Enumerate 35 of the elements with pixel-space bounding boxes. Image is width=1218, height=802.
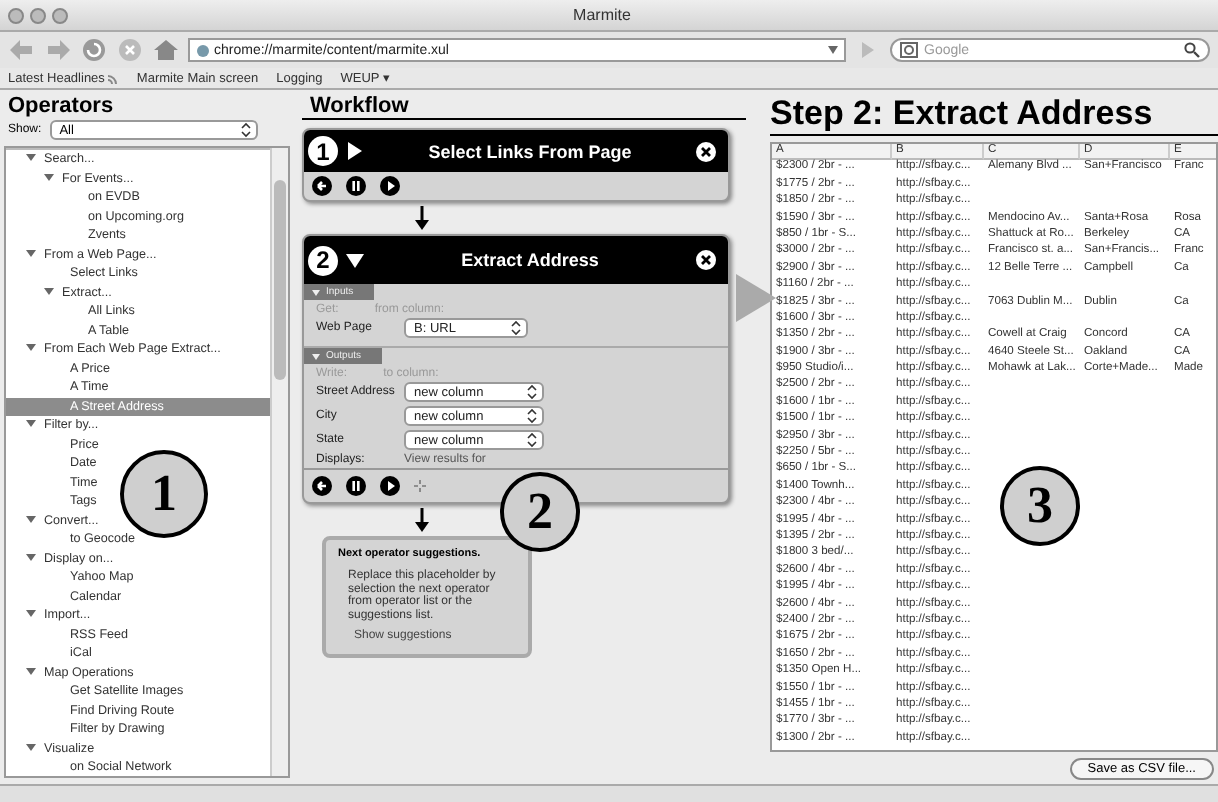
down-arrow-icon	[414, 206, 430, 230]
step-number: 2	[308, 245, 338, 275]
card-title: Select Links From Page	[426, 141, 634, 161]
panel-title: Operators	[6, 94, 116, 118]
play-icon[interactable]	[380, 176, 400, 196]
caret-down-icon[interactable]	[346, 251, 364, 269]
flow-arrow-icon	[736, 274, 776, 322]
dropdown-icon[interactable]	[828, 46, 838, 54]
rewind-icon[interactable]	[312, 476, 332, 496]
pause-icon[interactable]	[346, 176, 366, 196]
pause-icon[interactable]	[346, 476, 366, 496]
close-icon[interactable]	[696, 141, 716, 161]
stepper-icon	[510, 320, 522, 336]
feed-icon	[108, 73, 119, 83]
scrollbar[interactable]	[270, 148, 288, 776]
window-title: Marmite	[571, 6, 633, 24]
play-icon[interactable]	[380, 476, 400, 496]
caret-right-icon[interactable]	[346, 142, 364, 160]
reload-icon[interactable]	[80, 38, 108, 62]
globe-icon	[196, 43, 210, 57]
results-title: Step 2: Extract Address	[770, 94, 1218, 136]
google-icon	[900, 42, 918, 58]
search-icon[interactable]	[1184, 42, 1200, 58]
spinner-icon	[414, 480, 426, 492]
stepper-icon	[239, 122, 252, 138]
stepper-icon	[526, 384, 538, 400]
card-title: Extract Address	[459, 250, 601, 270]
down-arrow-icon	[414, 508, 430, 532]
stepper-icon	[526, 432, 538, 448]
home-icon[interactable]	[152, 38, 180, 62]
panel-title: Workflow	[302, 94, 746, 120]
step-number: 1	[308, 136, 338, 166]
close-icon[interactable]	[696, 250, 716, 270]
stepper-icon	[526, 408, 538, 424]
rewind-icon[interactable]	[312, 176, 332, 196]
